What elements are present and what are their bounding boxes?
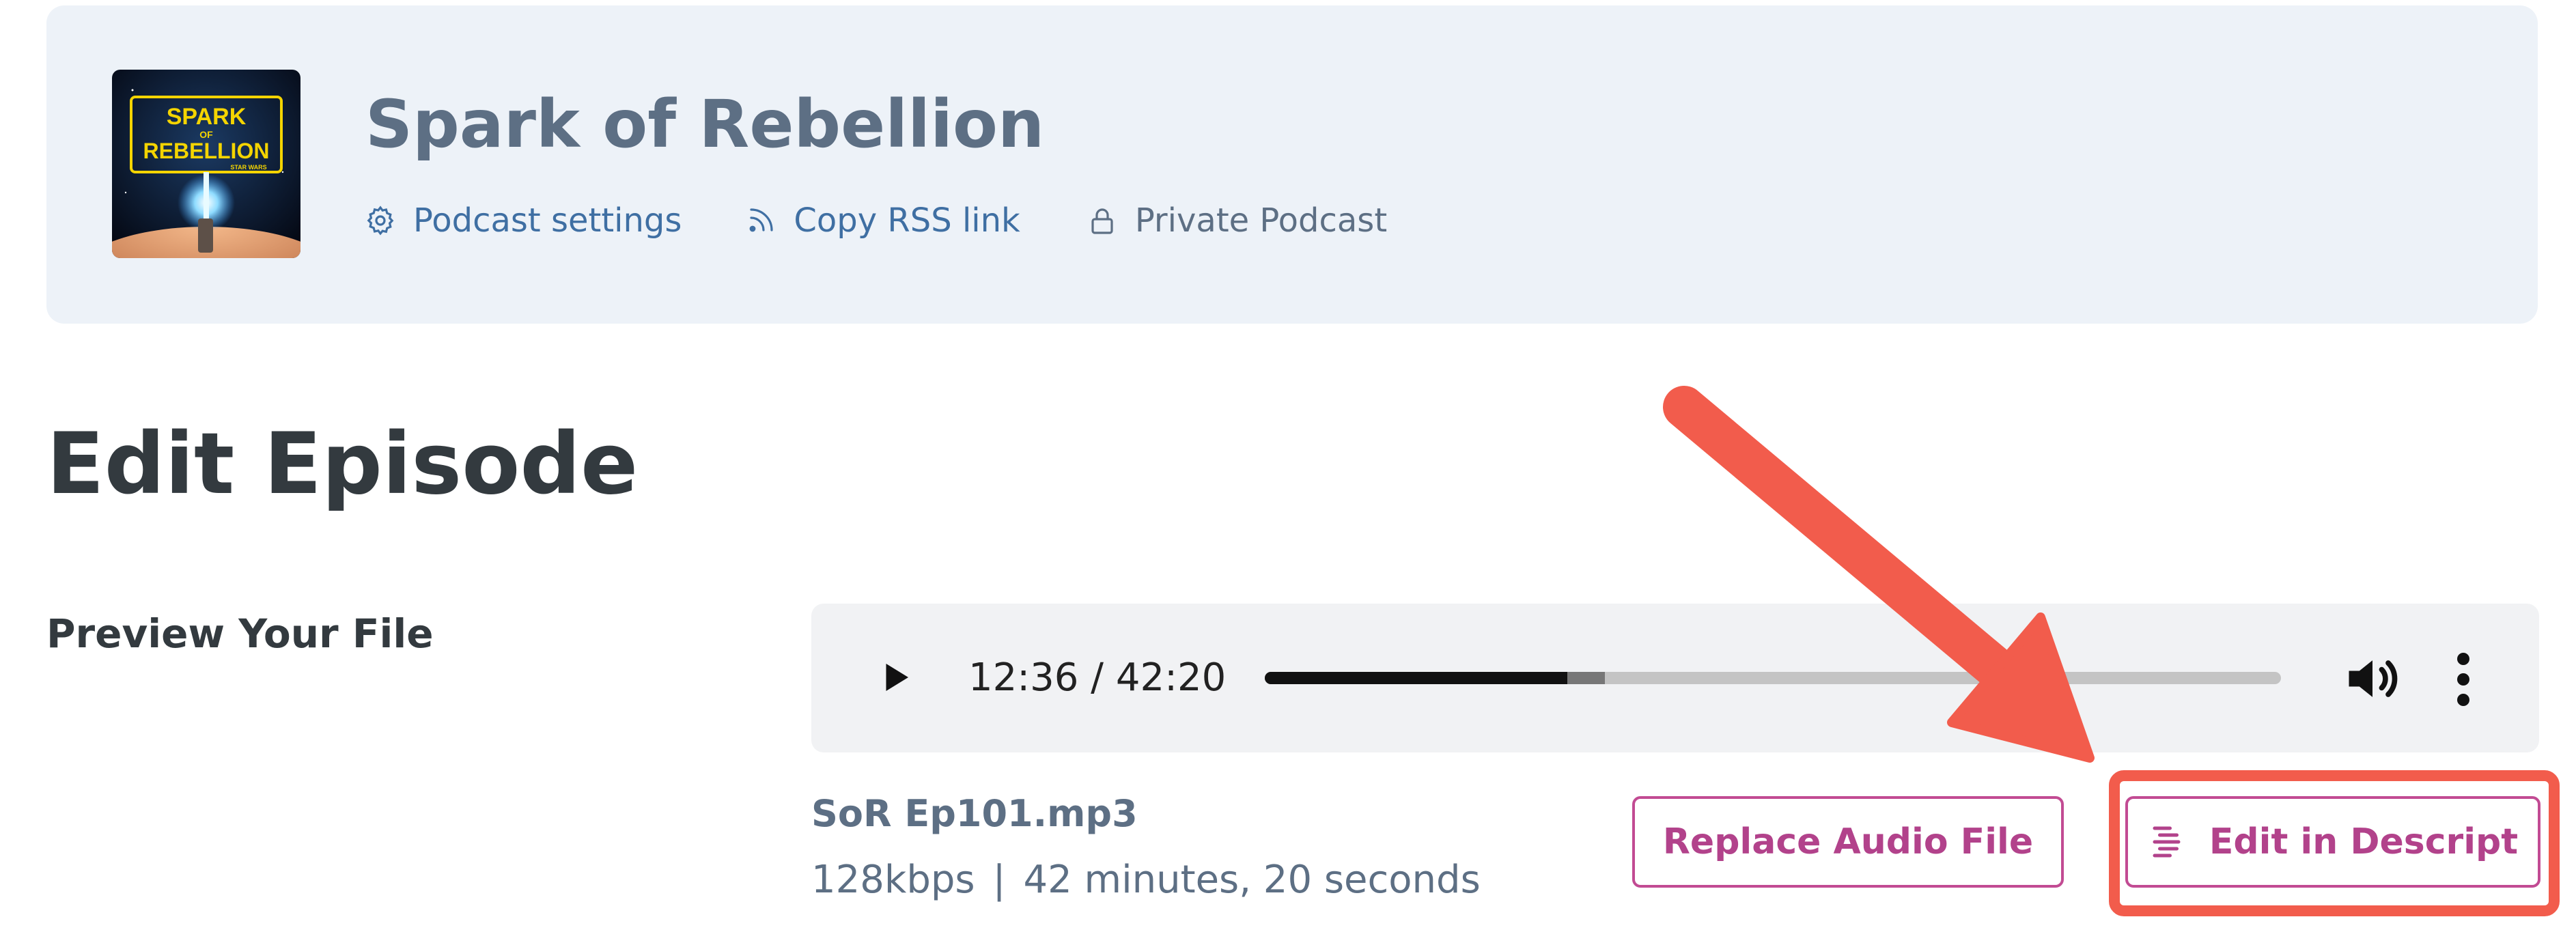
seek-bar[interactable] (1265, 672, 2281, 684)
replace-audio-file-label: Replace Audio File (1662, 821, 2034, 862)
seek-progress (1265, 672, 1567, 684)
podcast-title: Spark of Rebellion (365, 86, 1045, 163)
podcast-settings-label: Podcast settings (413, 201, 682, 240)
more-options-button[interactable] (2446, 649, 2480, 710)
private-podcast-label: Private Podcast (1134, 201, 1388, 240)
file-meta: 128kbps | 42 minutes, 20 seconds (811, 858, 1481, 902)
copy-rss-label: Copy RSS link (794, 201, 1020, 240)
replace-audio-file-button[interactable]: Replace Audio File (1632, 796, 2064, 888)
cover-art: SPARK OF REBELLION STAR WARS (112, 70, 300, 258)
podcast-settings-link[interactable]: Podcast settings (364, 201, 682, 240)
podcast-cover-image[interactable]: SPARK OF REBELLION STAR WARS (112, 70, 300, 258)
descript-icon (2148, 821, 2189, 862)
file-duration: 42 minutes, 20 seconds (1023, 858, 1481, 902)
meta-separator: | (992, 858, 1006, 902)
podcast-header-links: Podcast settings Copy RSS link Private P… (364, 197, 1387, 244)
vertical-dots-icon (2457, 653, 2469, 706)
speaker-icon (2349, 660, 2398, 697)
playback-time: 12:36 / 42:20 (968, 655, 1227, 700)
file-bitrate: 128kbps (811, 858, 975, 902)
lock-icon (1086, 204, 1119, 237)
page-title: Edit Episode (46, 415, 639, 513)
svg-text:REBELLION: REBELLION (143, 139, 270, 163)
edit-in-descript-button[interactable]: Edit in Descript (2125, 796, 2540, 888)
edit-in-descript-label: Edit in Descript (2209, 821, 2519, 862)
private-podcast-status[interactable]: Private Podcast (1086, 201, 1387, 240)
volume-button[interactable] (2341, 647, 2404, 710)
preview-file-label: Preview Your File (46, 610, 434, 657)
copy-rss-link[interactable]: Copy RSS link (744, 201, 1020, 240)
audio-player: 12:36 / 42:20 (811, 604, 2539, 752)
play-icon (886, 664, 908, 691)
svg-text:SPARK: SPARK (167, 104, 247, 130)
play-button[interactable] (874, 657, 915, 698)
gear-icon (364, 204, 397, 237)
svg-text:STAR WARS: STAR WARS (230, 164, 266, 171)
podcast-header-card: SPARK OF REBELLION STAR WARS Spark of Re… (46, 5, 2538, 324)
file-name: SoR Ep101.mp3 (811, 792, 1138, 835)
rss-icon (744, 204, 777, 237)
